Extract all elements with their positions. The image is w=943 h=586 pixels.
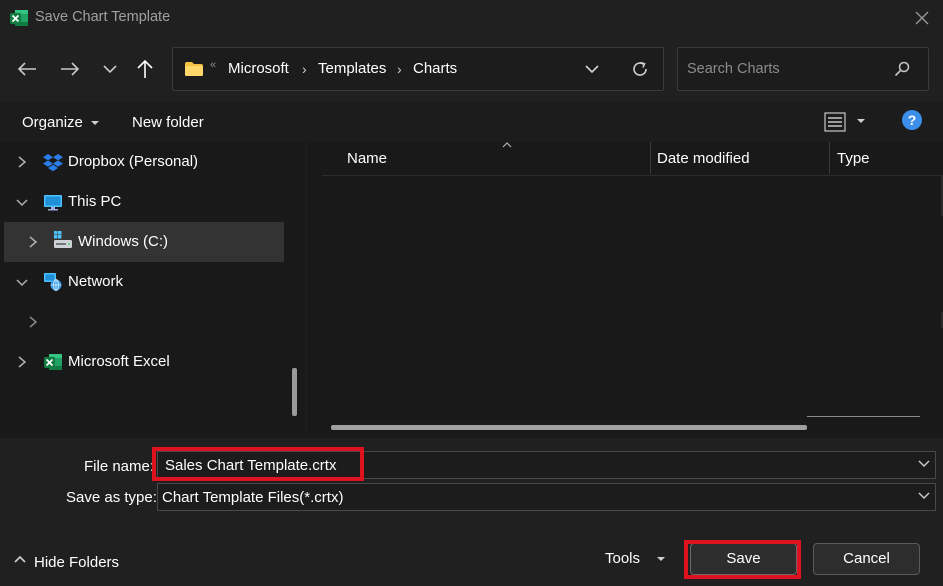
window-title: Save Chart Template xyxy=(35,9,171,25)
forward-button[interactable] xyxy=(57,56,83,82)
breadcrumb-charts[interactable]: Charts xyxy=(413,60,457,77)
excel-icon xyxy=(44,354,62,370)
save-dialog-footer: File name: Sales Chart Template.crtx Sav… xyxy=(0,438,943,586)
sidebar-item-label: Microsoft Excel xyxy=(68,353,170,370)
title-bar: Save Chart Template xyxy=(0,0,943,36)
sort-ascending-icon xyxy=(502,142,512,148)
cancel-button[interactable]: Cancel xyxy=(813,543,920,575)
column-name[interactable]: Name xyxy=(347,150,387,167)
sidebar-item-network-child[interactable] xyxy=(0,302,284,342)
sidebar-item-label: This PC xyxy=(68,193,122,210)
highlight-box-save xyxy=(684,540,801,579)
organize-button[interactable]: Organize xyxy=(22,114,100,131)
excel-icon xyxy=(10,10,28,26)
save-as-type-select[interactable]: Chart Template Files(*.crtx) xyxy=(157,483,936,511)
hide-folders-button[interactable]: Hide Folders xyxy=(34,554,119,571)
search-box[interactable]: Search Charts xyxy=(677,47,929,91)
up-button[interactable] xyxy=(132,56,158,82)
chevron-up-icon[interactable] xyxy=(13,554,27,564)
breadcrumb-separator: › xyxy=(397,61,402,77)
chevron-right-icon[interactable] xyxy=(28,235,38,249)
caret-down-icon[interactable] xyxy=(856,118,866,124)
horizontal-scrollbar[interactable] xyxy=(331,425,807,430)
breadcrumb-templates[interactable]: Templates xyxy=(318,60,386,77)
search-icon[interactable] xyxy=(894,61,910,77)
network-icon xyxy=(44,273,62,291)
chevron-right-icon[interactable] xyxy=(28,315,38,329)
breadcrumb-microsoft[interactable]: Microsoft xyxy=(228,60,289,77)
arrow-right-icon xyxy=(61,62,80,76)
chevron-down-icon[interactable] xyxy=(15,278,29,288)
sidebar-scrollbar[interactable] xyxy=(292,368,297,416)
file-name-label: File name: xyxy=(84,458,155,475)
save-as-type-value: Chart Template Files(*.crtx) xyxy=(162,489,344,506)
breadcrumb-separator: › xyxy=(302,61,307,77)
navigation-bar: « Microsoft › Templates › Charts Search … xyxy=(0,36,943,102)
chevron-down-icon xyxy=(103,65,117,74)
sidebar-item-network[interactable]: Network xyxy=(0,262,284,302)
dropbox-icon xyxy=(43,154,63,172)
help-icon[interactable]: ? xyxy=(902,110,922,130)
highlight-box-file-name xyxy=(152,447,364,481)
file-list[interactable]: Name Date modified Type xyxy=(307,142,943,438)
column-date-modified[interactable]: Date modified xyxy=(657,150,750,167)
command-bar: Organize New folder ? xyxy=(0,102,943,142)
close-icon[interactable] xyxy=(915,11,929,25)
address-overflow[interactable]: « xyxy=(210,59,216,71)
column-divider[interactable] xyxy=(829,142,830,174)
chevron-right-icon[interactable] xyxy=(17,355,27,369)
arrow-left-icon xyxy=(17,62,36,76)
chevron-down-icon[interactable] xyxy=(918,492,930,500)
save-as-type-label: Save as type: xyxy=(66,489,157,506)
caret-down-icon[interactable] xyxy=(656,556,666,562)
arrow-up-icon xyxy=(137,59,153,78)
caret-down-icon xyxy=(91,121,100,126)
list-view-icon[interactable] xyxy=(824,111,846,133)
sidebar-item-label: Network xyxy=(68,273,124,290)
column-type[interactable]: Type xyxy=(837,150,870,167)
chevron-down-icon[interactable] xyxy=(585,64,599,74)
sidebar-item-windows-c[interactable]: Windows (C:) xyxy=(4,222,284,262)
chevron-down-icon[interactable] xyxy=(918,460,930,468)
address-bar[interactable]: « Microsoft › Templates › Charts xyxy=(172,47,664,91)
monitor-icon xyxy=(44,195,62,211)
tools-button[interactable]: Tools xyxy=(605,550,640,567)
column-divider[interactable] xyxy=(650,142,651,174)
divider-line xyxy=(807,416,920,417)
folder-icon xyxy=(185,62,203,76)
column-header: Name Date modified Type xyxy=(322,142,943,176)
sidebar-item-dropbox[interactable]: Dropbox (Personal) xyxy=(0,142,284,182)
chevron-down-icon[interactable] xyxy=(15,198,29,208)
drive-icon xyxy=(54,231,72,248)
search-input[interactable]: Search Charts xyxy=(687,61,780,77)
refresh-icon[interactable] xyxy=(630,59,650,79)
new-folder-button[interactable]: New folder xyxy=(132,114,204,131)
sidebar-item-label: Windows (C:) xyxy=(78,233,169,250)
back-button[interactable] xyxy=(14,56,40,82)
sidebar-item-label: Dropbox (Personal) xyxy=(68,153,199,170)
sidebar-item-microsoft-excel[interactable]: Microsoft Excel xyxy=(0,342,284,382)
organize-label: Organize xyxy=(22,114,83,131)
chevron-right-icon[interactable] xyxy=(17,155,27,169)
recent-locations-button[interactable] xyxy=(97,56,123,82)
navigation-pane[interactable]: Dropbox (Personal) This PC Windows (C:) xyxy=(0,142,307,438)
sidebar-item-this-pc[interactable]: This PC xyxy=(0,182,284,222)
